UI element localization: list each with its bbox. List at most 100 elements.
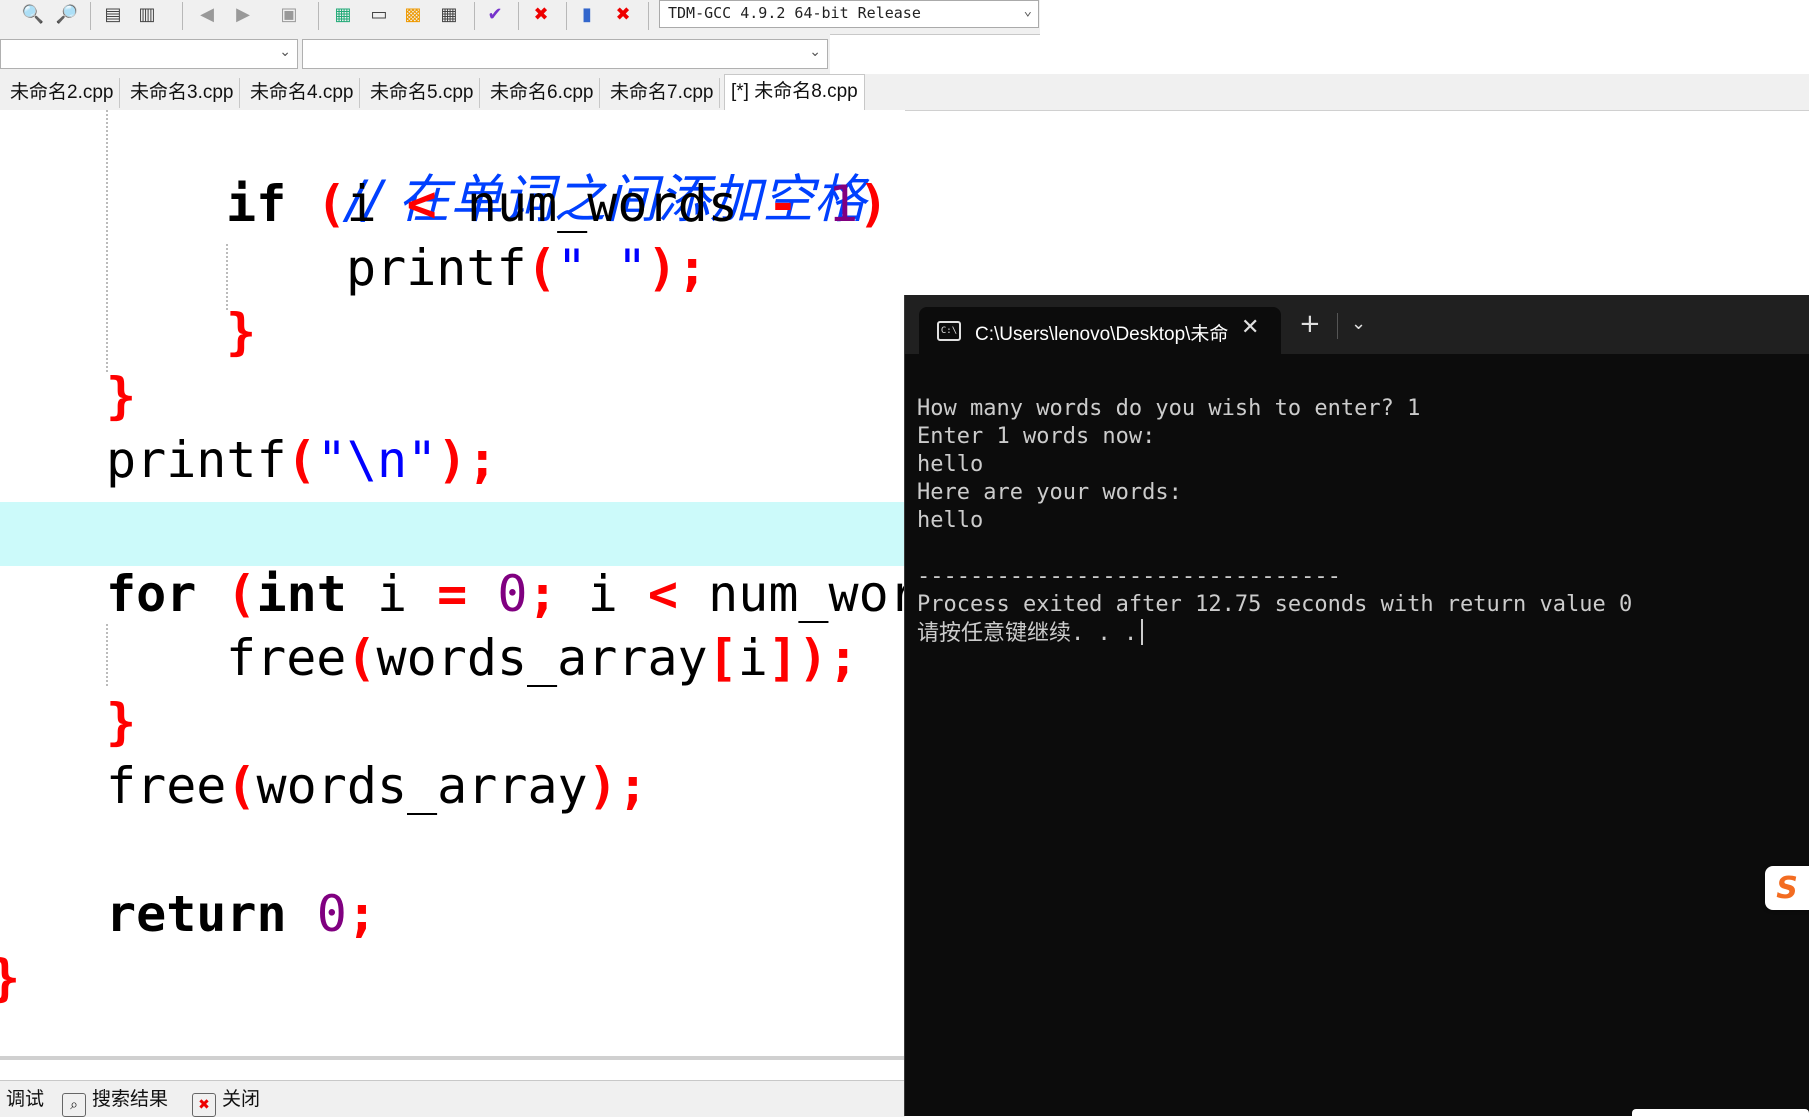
tile-icon[interactable]: ▩: [400, 3, 426, 27]
find-icon[interactable]: 🔍: [20, 3, 46, 27]
code-number: 0: [286, 885, 347, 943]
code-identifier: i: [737, 629, 768, 687]
code-operator: }: [0, 949, 20, 1007]
ime-logo-icon[interactable]: S: [1765, 866, 1809, 910]
find-replace-icon[interactable]: 🔎: [54, 3, 80, 27]
new-class-icon[interactable]: ▦: [330, 3, 356, 27]
terminal-line: Here are your words:: [917, 480, 1182, 505]
code-line-close-brace: }: [226, 302, 256, 362]
code-identifier: free: [106, 757, 227, 815]
terminal-line: Process exited after 12.75 seconds with …: [917, 592, 1633, 617]
chevron-down-icon: ⌄: [279, 44, 291, 60]
grid-icon[interactable]: ▦: [436, 3, 462, 27]
tab-file[interactable]: 未命名2.cpp: [4, 78, 121, 108]
tab-file[interactable]: 未命名7.cpp: [604, 78, 721, 108]
terminal-titlebar: C:\ C:\Users\lenovo\Desktop\未命 ✕ + ⌄: [905, 295, 1809, 354]
terminal-tab[interactable]: C:\ C:\Users\lenovo\Desktop\未命 ✕: [919, 307, 1281, 354]
close-icon[interactable]: ✕: [1241, 315, 1259, 340]
code-identifier: i: [346, 565, 438, 623]
terminal-output[interactable]: How many words do you wish to enter? 1 En…: [917, 367, 1797, 704]
tab-file[interactable]: 未命名5.cpp: [364, 78, 481, 108]
code-line-close-brace: }: [106, 692, 136, 752]
code-operator: (: [196, 565, 257, 623]
text-cursor: [1141, 619, 1144, 645]
code-line-close-brace: }: [0, 948, 20, 1008]
indent-guide: [106, 624, 108, 686]
code-identifier: i: [557, 565, 648, 623]
code-identifier: i: [346, 175, 407, 233]
code-operator: }: [106, 693, 137, 751]
code-string: "\n": [316, 431, 438, 489]
console-icon: C:\: [937, 321, 961, 341]
code-operator: );: [647, 239, 708, 297]
tab-file-active[interactable]: [*] 未命名8.cpp: [724, 74, 865, 111]
terminal-line: hello: [917, 508, 984, 533]
code-operator: }: [226, 303, 257, 361]
class-combo[interactable]: ⌄: [0, 39, 298, 69]
chevron-down-icon[interactable]: ⌄: [1351, 313, 1366, 334]
toolbar-separator: [90, 2, 91, 30]
code-operator: ;: [346, 885, 377, 943]
stop-icon[interactable]: ✖: [528, 3, 554, 27]
code-operator: [: [707, 629, 738, 687]
toolbar-separator: [518, 2, 519, 30]
editor-horizontal-scrollbar[interactable]: [0, 1056, 905, 1060]
member-combo[interactable]: ⌄: [302, 39, 828, 69]
toolbar-separator: [566, 2, 567, 30]
code-operator: (: [286, 431, 317, 489]
code-operator: (: [346, 629, 377, 687]
code-line-printf-newline: printf("\n");: [106, 430, 497, 490]
unindent-icon[interactable]: ▥: [134, 3, 160, 27]
code-operator: (: [526, 239, 557, 297]
window-icon[interactable]: ▭: [366, 3, 392, 27]
toolbar-separator: [318, 2, 319, 30]
code-operator: );: [437, 431, 498, 489]
code-operator: }: [106, 367, 137, 425]
terminal-line: Enter 1 words now:: [917, 424, 1156, 449]
code-identifier: printf: [346, 239, 527, 297]
tab-file[interactable]: 未命名6.cpp: [484, 78, 601, 108]
file-tabs: 未命名2.cpp 未命名3.cpp 未命名4.cpp 未命名5.cpp 未命名6…: [0, 74, 1809, 111]
terminal-line: hello: [917, 452, 984, 477]
close-panel-label: 关闭: [222, 1089, 261, 1110]
code-identifier: words_array: [376, 629, 708, 687]
code-keyword: return: [106, 885, 287, 943]
class-combo-row: ⌄ ⌄: [0, 34, 830, 74]
indent-icon[interactable]: ▤: [100, 3, 126, 27]
code-operator: );: [587, 757, 648, 815]
toggle-icon[interactable]: ▣: [276, 3, 302, 27]
new-tab-button[interactable]: +: [1299, 309, 1321, 339]
code-editor[interactable]: // 在单词之间添加空格（最后一个单词后不加） if (i < num_word…: [0, 110, 905, 1060]
code-operator: (: [286, 175, 347, 233]
chart-icon[interactable]: ▮: [574, 3, 600, 27]
toolbar-separator: [182, 2, 183, 30]
code-identifier: words_array: [256, 757, 588, 815]
code-identifier: num_words: [436, 175, 768, 233]
bookmark-fwd-icon[interactable]: ▶: [230, 3, 256, 27]
terminal-line: 请按任意键继续. . .: [917, 621, 1138, 646]
debug-stop-icon[interactable]: ✖: [610, 3, 636, 27]
tab-debug-label: 调试: [6, 1089, 45, 1110]
code-operator: (: [226, 757, 257, 815]
terminal-window[interactable]: C:\ C:\Users\lenovo\Desktop\未命 ✕ + ⌄ How…: [904, 295, 1809, 1116]
tab-debug[interactable]: 调试: [6, 1085, 44, 1115]
code-operator: ;: [527, 565, 558, 623]
tab-search-results[interactable]: ⌕ 搜索结果: [62, 1085, 168, 1117]
compiler-select-value: TDM-GCC 4.9.2 64-bit Release: [668, 4, 921, 22]
compiler-select[interactable]: TDM-GCC 4.9.2 64-bit Release ⌄: [659, 0, 1039, 28]
code-identifier: num_wor: [678, 565, 905, 623]
current-line-highlight: [0, 502, 905, 566]
close-icon: ✖: [192, 1093, 216, 1117]
titlebar-separator: [1337, 313, 1338, 339]
code-operator: =: [437, 565, 468, 623]
code-line-free-array: free(words_array);: [106, 756, 648, 816]
tab-file[interactable]: 未命名3.cpp: [124, 78, 241, 108]
code-identifier: printf: [106, 431, 287, 489]
bookmark-back-icon[interactable]: ◀: [194, 3, 220, 27]
check-icon[interactable]: ✔: [482, 3, 508, 27]
close-panel-button[interactable]: ✖ 关闭: [192, 1085, 261, 1117]
toolbar-separator: [648, 2, 649, 30]
tab-file[interactable]: 未命名4.cpp: [244, 78, 361, 108]
code-line-return: return 0;: [106, 884, 377, 944]
